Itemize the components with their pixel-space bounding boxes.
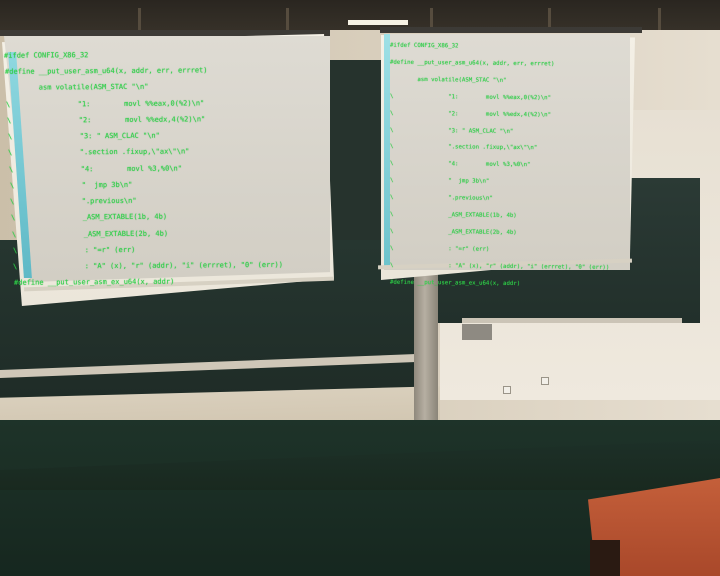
code-line: #ifdef CONFIG_X86_32 (389, 41, 459, 49)
code-line: asm volatile(ASM_STAC "\n" (5, 82, 149, 93)
code-line: \ "2: movl %%edx,4(%2)\n" (6, 114, 206, 125)
ceiling-beam (138, 8, 141, 30)
code-line: \ : "=r" (err) (12, 244, 135, 255)
ceiling-light (348, 20, 408, 25)
code-line: \ "1: movl %%eax,0(%2)\n" (389, 91, 552, 101)
code-line: \ : "=r" (err) (389, 244, 490, 253)
code-line: \ ".section .fixup,\"ax\"\n" (8, 147, 190, 158)
code-line: \ ".previous\n" (389, 193, 493, 202)
wall-socket (541, 377, 549, 385)
code-line: \ "4: movl %3,%0\n" (9, 163, 183, 174)
code-line: #define __put_user_asm_u64(x, addr, err,… (389, 58, 555, 67)
code-line: #define __put_user_asm_u64(x, addr, err,… (4, 65, 208, 76)
code-line: \ _ASM_EXTABLE(2b, 4b) (389, 227, 517, 236)
wall-bracket (462, 324, 492, 340)
code-line: \ : "A" (x), "r" (addr), "i" (errret), "… (13, 260, 284, 271)
ceiling-beam (658, 8, 661, 30)
code-line: #define __put_user_asm_ex_u64(x, addr) (389, 277, 521, 287)
screen-casing-left (0, 30, 330, 36)
code-line: #define __put_user_asm_ex_u64(x, addr) (14, 277, 175, 287)
screen-casing-right (380, 27, 642, 33)
lecture-hall-photo: #ifdef CONFIG_X86_32 #define __put_user_a… (0, 0, 720, 576)
code-line: \ : "A" (x), "r" (addr), "i" (errret), "… (389, 260, 610, 271)
chalk-tray-right (462, 318, 682, 323)
code-line: \ "3: " ASM_CLAC "\n" (389, 125, 514, 135)
code-line: \ _ASM_EXTABLE(1b, 4b) (11, 212, 168, 222)
code-line: \ ".previous\n" (10, 196, 138, 206)
code-line: \ " jmp 3b\n" (389, 176, 490, 185)
code-line: \ "1: movl %%eax,0(%2)\n" (6, 98, 205, 109)
ceiling-beam (286, 8, 289, 30)
code-line: #ifdef CONFIG_X86_32 (3, 50, 89, 60)
code-line: \ " jmp 3b\n" (9, 180, 133, 190)
code-line: \ "4: movl %3,%0\n" (389, 159, 531, 169)
code-line: \ _ASM_EXTABLE(2b, 4b) (11, 228, 169, 239)
code-line: \ "3: " ASM_CLAC "\n" (7, 131, 160, 141)
desk-leg (590, 540, 620, 576)
code-line: \ _ASM_EXTABLE(1b, 4b) (389, 210, 517, 219)
code-line: asm volatile(ASM_STAC "\n" (389, 75, 507, 84)
wall-socket (503, 386, 511, 394)
support-pillar (414, 270, 438, 445)
code-line: \ "2: movl %%edx,4(%2)\n" (389, 108, 552, 118)
